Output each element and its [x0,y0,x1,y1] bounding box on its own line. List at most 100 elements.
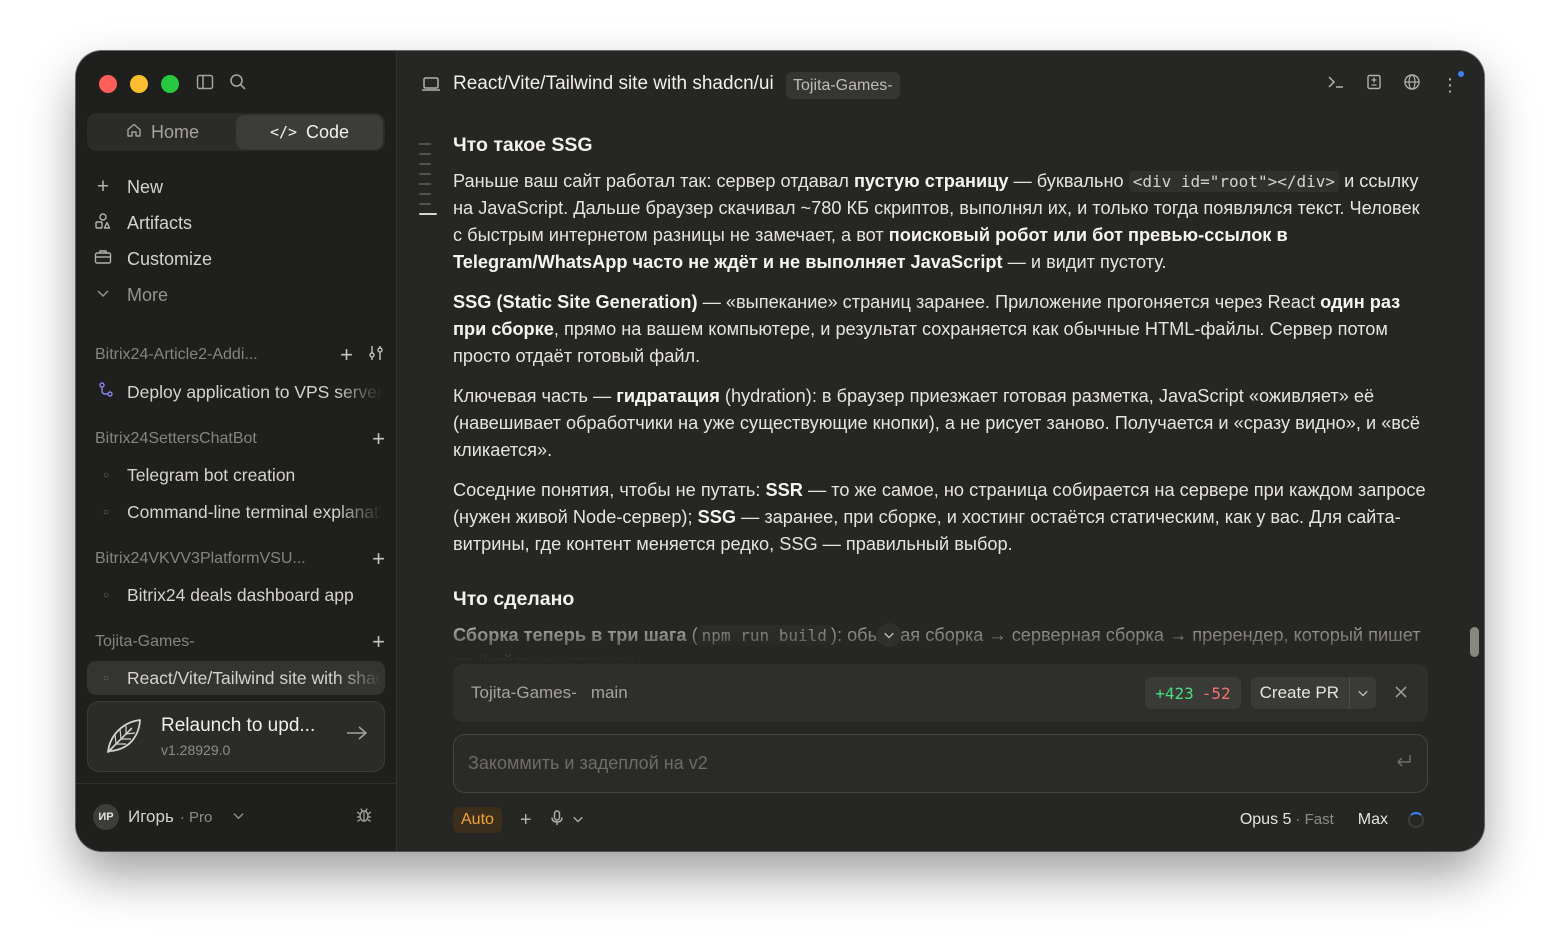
sidebar-item-customize[interactable]: Customize [93,241,383,277]
session-status-icon: ○ [102,589,110,601]
project-header[interactable]: Tojita-Games- + [95,628,385,656]
list-item[interactable]: ○ Command-line terminal explanation [87,495,385,529]
add-session-icon[interactable]: + [372,631,385,653]
project-header[interactable]: Bitrix24-Article2-Addi... + [95,341,385,369]
sidebar-item-label: More [127,284,169,305]
list-item[interactable]: Deploy application to VPS server [87,375,385,409]
arrow-right-icon [346,724,368,747]
section-heading: Что сделано [453,588,575,610]
section-heading: Что такое SSG [453,134,593,156]
project-header[interactable]: Bitrix24VKVV3PlatformVSU... + [95,545,385,573]
chevron-down-icon [93,285,113,305]
tab-code[interactable]: </> Code [236,115,383,149]
list-item-selected[interactable]: ○ React/Vite/Tailwind site with shadcn/u… [87,661,385,695]
header-actions: ⋮ [1326,73,1460,96]
artifacts-icon [93,212,113,235]
mode-switcher: Home </> Code [87,113,385,151]
chevron-down-icon[interactable] [572,813,584,828]
paragraph: SSG (Static Site Generation) — «выпекани… [453,292,1401,366]
chevron-down-icon[interactable] [1349,677,1376,709]
diff-icon[interactable] [1364,74,1384,95]
prompt-input[interactable] [468,753,1395,774]
add-session-icon[interactable]: + [372,548,385,570]
close-window-button[interactable] [99,75,117,93]
sidebar-toggle-icon[interactable] [196,73,214,96]
briefcase-icon [93,248,113,271]
page-title: React/Vite/Tailwind site with shadcn/ui [453,73,774,94]
home-icon [126,122,142,143]
permission-mode-button[interactable]: Auto [453,807,502,833]
tab-home-label: Home [150,121,199,142]
session-status-icon: ○ [102,469,110,481]
list-item[interactable]: ○ Telegram bot creation [87,458,385,492]
model-selector[interactable]: Opus 5 · Fast [1240,811,1334,829]
session-status-icon: ○ [102,672,110,684]
session-title: Bitrix24 deals dashboard app [127,584,354,605]
table-of-contents[interactable] [419,143,437,223]
close-icon[interactable] [1394,683,1408,704]
user-name: Игорь [128,807,174,826]
session-title: React/Vite/Tailwind site with shadcn/ui [127,667,382,688]
model-name: Opus 5 [1239,811,1292,828]
sidebar: Home </> Code + New Artifacts Customize … [76,51,397,851]
terminal-icon[interactable] [1326,74,1346,95]
sidebar-item-artifacts[interactable]: Artifacts [93,205,383,241]
enter-icon[interactable] [1395,753,1413,774]
additions-count: +423 [1155,683,1194,703]
add-session-icon[interactable]: + [372,428,385,450]
assistant-message: Что такое SSG Раньше ваш сайт работал та… [453,131,1433,661]
plus-icon[interactable]: + [520,810,532,830]
add-session-icon[interactable]: + [340,344,353,366]
paragraph: Соседние понятия, чтобы не путать: SSR —… [453,480,1426,554]
app-window: Home </> Code + New Artifacts Customize … [76,51,1484,851]
leaf-icon [102,716,144,763]
sidebar-item-new[interactable]: + New [93,169,383,205]
sidebar-item-label: New [127,176,164,197]
project-name: Bitrix24SettersChatBot [95,430,257,447]
deletions-count: -52 [1201,683,1231,703]
code-icon: </> [269,123,298,141]
branch-name[interactable]: main [591,683,628,703]
minimize-window-button[interactable] [130,75,148,93]
project-name: Bitrix24-Article2-Addi... [95,346,258,363]
branch-settings-icon[interactable] [367,344,385,366]
plus-icon: + [96,175,110,198]
paragraph: Ключевая часть — гидратация (hydration):… [453,386,1420,460]
more-vertical-icon[interactable]: ⋮ [1440,76,1460,94]
bug-icon[interactable] [355,806,373,829]
create-pr-label: Create PR [1259,683,1339,702]
list-item[interactable]: ○ Bitrix24 deals dashboard app [87,578,385,612]
session-title: Command-line terminal explanation [127,501,382,522]
diff-stats[interactable]: +423 -52 [1145,677,1241,709]
sidebar-item-more[interactable]: More [93,277,383,313]
project-header[interactable]: Bitrix24SettersChatBot + [95,425,385,453]
zoom-window-button[interactable] [161,75,179,93]
effort-selector[interactable]: Max [1358,811,1388,829]
tab-home[interactable]: Home [89,115,236,149]
git-status-bar: Tojita-Games- main +423 -52 Create PR [453,664,1428,722]
user-menu[interactable]: ИР Игорь · Pro [93,803,383,831]
avatar: ИР [93,804,119,830]
prompt-input-box [453,734,1428,793]
sidebar-nav: + New Artifacts Customize More [93,169,383,313]
user-plan: · Pro [179,808,213,826]
main-panel: React/Vite/Tailwind site with shadcn/ui … [397,51,1484,851]
microphone-icon[interactable] [550,809,564,831]
project-tag[interactable]: Tojita-Games- [786,72,900,99]
create-pr-button[interactable]: Create PR [1250,677,1376,709]
scroll-to-bottom-button[interactable] [877,623,901,647]
project-name: Bitrix24VKVV3PlatformVSU... [95,550,306,567]
sidebar-item-label: Customize [127,248,213,269]
search-icon[interactable] [229,73,247,96]
sidebar-divider [76,783,397,784]
session-title: Deploy application to VPS server [127,381,382,402]
composer-toolbar: Auto + Opus 5 · Fast Max [453,806,1428,834]
scrollbar-thumb[interactable] [1470,627,1479,657]
relaunch-update-card[interactable]: Relaunch to upd... v1.28929.0 [87,701,385,772]
inline-code: <div id="root"></div> [1128,171,1340,192]
repo-name: Tojita-Games- [471,683,577,702]
paragraph: Раньше ваш сайт работал так: сервер отда… [453,171,1420,272]
tab-code-label: Code [306,121,350,142]
globe-icon[interactable] [1402,73,1422,96]
git-branch-icon [95,382,117,402]
